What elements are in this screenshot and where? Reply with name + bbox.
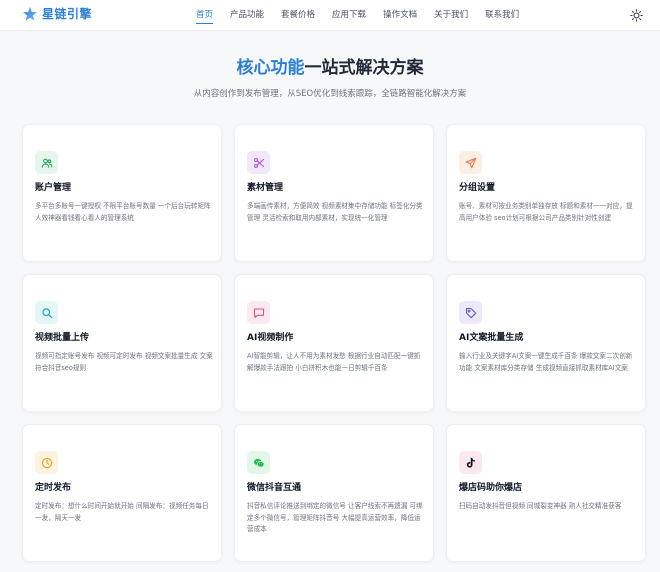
tag-icon bbox=[459, 301, 482, 324]
card-description: 多平台多账号一键授权 不限平台账号数量 一个后台玩转矩阵 人效神器看钱看心看人的… bbox=[35, 202, 211, 222]
feature-card-ai-copy[interactable]: AI文案批量生成 输入行业及关键字AI文案一键生成千百条 爆款文案二次创新功能 … bbox=[446, 274, 646, 412]
card-title: 视频批量上传 bbox=[35, 333, 90, 343]
feature-card-account[interactable]: 账户管理 多平台多账号一键授权 不限平台账号数量 一个后台玩转矩阵 人效神器看钱… bbox=[22, 124, 222, 262]
feature-card-upload[interactable]: 视频批量上传 视频可指定账号发布 视频可定时发布 视频文案批量生成 文案符合抖音… bbox=[22, 274, 222, 412]
feature-card-shop-code[interactable]: 爆店码助你爆店 扫码自动发抖音但视频 同城裂变神器 熟人社交精准获客 bbox=[446, 424, 646, 562]
card-title: AI文案批量生成 bbox=[459, 333, 524, 343]
card-description: AI智能剪辑，让人不用为素材发愁 根据行业自动匹配一键抓解爆款手法跟拍 小白拼积… bbox=[247, 352, 421, 372]
scissors-icon bbox=[247, 151, 270, 174]
users-icon bbox=[35, 151, 58, 174]
tiktok-icon bbox=[459, 451, 482, 474]
card-description: 扫码自动发抖音但视频 同城裂变神器 熟人社交精准获客 bbox=[459, 502, 622, 510]
card-title: 微信抖音互通 bbox=[247, 483, 302, 493]
card-title: 分组设置 bbox=[459, 183, 496, 193]
card-title: AI视频制作 bbox=[247, 333, 294, 343]
message-icon bbox=[247, 301, 270, 324]
feature-card-wechat[interactable]: 微信抖音互通 抖音私信评论推送到绑定的微信号 让客户线索不再遗漏 可绑定多个微信… bbox=[234, 424, 434, 562]
card-title: 爆店码助你爆店 bbox=[459, 483, 523, 493]
card-description: 抖音私信评论推送到绑定的微信号 让客户线索不再遗漏 可绑定多个微信号，管理矩阵抖… bbox=[247, 502, 423, 533]
card-description: 输入行业及关键字AI文案一键生成千百条 爆款文案二次创新功能 文案素材库分类存储… bbox=[459, 352, 633, 372]
feature-card-ai-video[interactable]: AI视频制作 AI智能剪辑，让人不用为素材发愁 根据行业自动匹配一键抓解爆款手法… bbox=[234, 274, 434, 412]
card-description: 定时发布：想什么时间开始就开始 间隔发布：视频任务每日一发，隔天一发 bbox=[35, 502, 209, 522]
feature-grid: 账户管理 多平台多账号一键授权 不限平台账号数量 一个后台玩转矩阵 人效神器看钱… bbox=[0, 0, 660, 572]
card-title: 素材管理 bbox=[247, 183, 284, 193]
send-icon bbox=[459, 151, 482, 174]
clock-icon bbox=[35, 451, 58, 474]
feature-card-schedule[interactable]: 定时发布 定时发布：想什么时间开始就开始 间隔发布：视频任务每日一发，隔天一发 bbox=[22, 424, 222, 562]
card-description: 视频可指定账号发布 视频可定时发布 视频文案批量生成 文案符合抖音seo规则 bbox=[35, 352, 213, 372]
card-title: 账户管理 bbox=[35, 183, 72, 193]
feature-card-groups[interactable]: 分组设置 账号、素材可按业务类别单独存放 标题和素材一一对应，提高用户体验 se… bbox=[446, 124, 646, 262]
card-description: 账号、素材可按业务类别单独存放 标题和素材一一对应，提高用户体验 seo计划可根… bbox=[459, 202, 633, 222]
card-title: 定时发布 bbox=[35, 483, 72, 493]
feature-card-assets[interactable]: 素材管理 多端画传素材，方便简效 视频素材集中存储功能 标签化分类管理 灵活检索… bbox=[234, 124, 434, 262]
search-icon bbox=[35, 301, 58, 324]
wechat-icon bbox=[247, 451, 270, 474]
card-description: 多端画传素材，方便简效 视频素材集中存储功能 标签化分类管理 灵活检索和取用内部… bbox=[247, 202, 423, 222]
